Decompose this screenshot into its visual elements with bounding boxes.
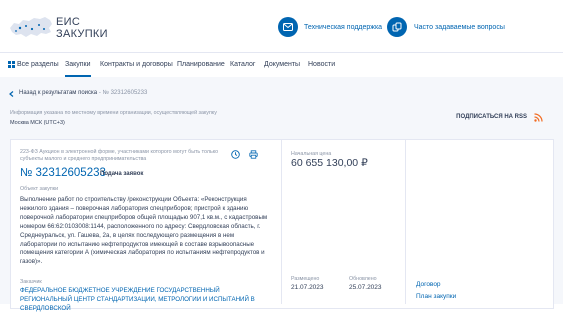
nav-purchases[interactable]: Закупки xyxy=(65,53,91,77)
timezone-note: Информация указана по местному времени о… xyxy=(10,110,217,116)
placed-date: 21.07.2023 xyxy=(291,284,324,291)
nav-documents[interactable]: Документы xyxy=(264,53,300,77)
faq-icon[interactable] xyxy=(387,17,407,37)
grid-icon[interactable] xyxy=(8,61,15,68)
card-divider xyxy=(281,139,282,304)
placed-label: Размещено xyxy=(291,276,320,282)
law-type: 223-ФЗ Аукцион в электронной форме, учас… xyxy=(20,149,219,162)
nav-contracts[interactable]: Контракты и договоры xyxy=(100,53,173,77)
customer-label: Заказчик xyxy=(20,279,42,285)
support-link[interactable]: Техническая поддержка xyxy=(304,24,382,31)
status-badge: Подача заявок xyxy=(100,171,144,177)
purchase-number-link[interactable]: № 32312605233 xyxy=(20,167,106,179)
rss-icon[interactable] xyxy=(534,113,543,122)
customer-link[interactable]: ФЕДЕРАЛЬНОЕ БЮДЖЕТНОЕ УЧРЕЖДЕНИЕ ГОСУДАР… xyxy=(20,287,270,314)
timezone-value: Москва МСК (UTC+3) xyxy=(10,120,65,126)
nav-news[interactable]: Новости xyxy=(308,53,335,77)
nav-catalog[interactable]: Каталог xyxy=(230,53,255,77)
price-value: 60 655 130,00 ₽ xyxy=(291,157,368,169)
rss-subscribe-link[interactable]: ПОДПИСАТЬСЯ НА RSS xyxy=(456,114,527,120)
back-arrow-icon[interactable] xyxy=(9,91,14,97)
russia-map-logo-icon[interactable] xyxy=(8,14,54,40)
logo-title[interactable]: ЕИС ЗАКУПКИ xyxy=(56,16,108,40)
nav-planning[interactable]: Планирование xyxy=(177,53,225,77)
print-icon[interactable] xyxy=(249,150,258,159)
purchase-plan-link[interactable]: План закупки xyxy=(416,293,456,300)
support-mail-icon[interactable] xyxy=(278,17,298,37)
clock-icon[interactable] xyxy=(231,150,240,159)
breadcrumb-current: № 32312605233 xyxy=(102,90,148,96)
breadcrumb: Назад к результатам поиска - № 323126052… xyxy=(19,90,147,96)
back-to-results-link[interactable]: Назад к результатам поиска xyxy=(19,90,97,96)
contract-link[interactable]: Договор xyxy=(416,281,441,288)
updated-date: 25.07.2023 xyxy=(349,284,382,291)
faq-link[interactable]: Часто задаваемые вопросы xyxy=(414,24,505,31)
breadcrumb-separator: - xyxy=(98,90,101,96)
object-description: Выполнение работ по строительству /рекон… xyxy=(20,196,268,266)
card-divider xyxy=(405,139,406,304)
nav-all-sections[interactable]: Все разделы xyxy=(17,53,59,77)
updated-label: Обновлено xyxy=(349,276,377,282)
object-label: Объект закупки xyxy=(20,186,59,192)
